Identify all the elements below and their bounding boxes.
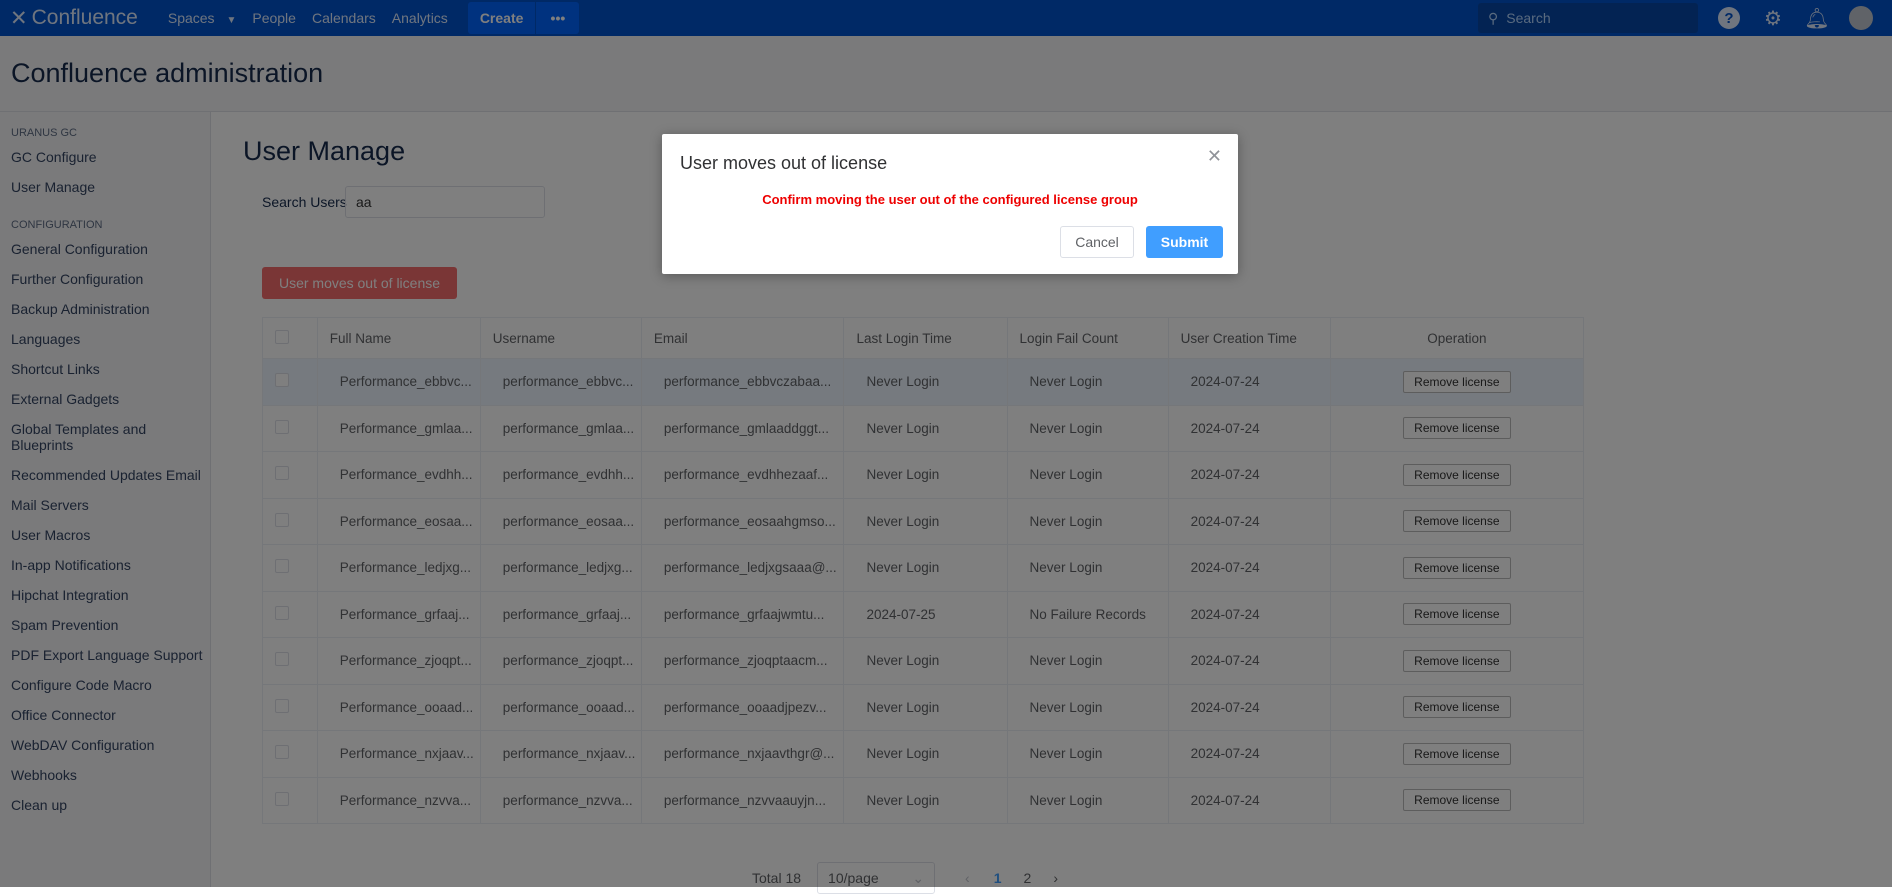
submit-button[interactable]: Submit	[1146, 226, 1223, 258]
dialog-message: Confirm moving the user out of the confi…	[762, 192, 1138, 207]
close-icon[interactable]: ✕	[1207, 146, 1222, 167]
cancel-button[interactable]: Cancel	[1060, 226, 1134, 258]
confirm-dialog: User moves out of license ✕ Confirm movi…	[662, 134, 1238, 274]
dialog-title: User moves out of license	[680, 153, 888, 173]
